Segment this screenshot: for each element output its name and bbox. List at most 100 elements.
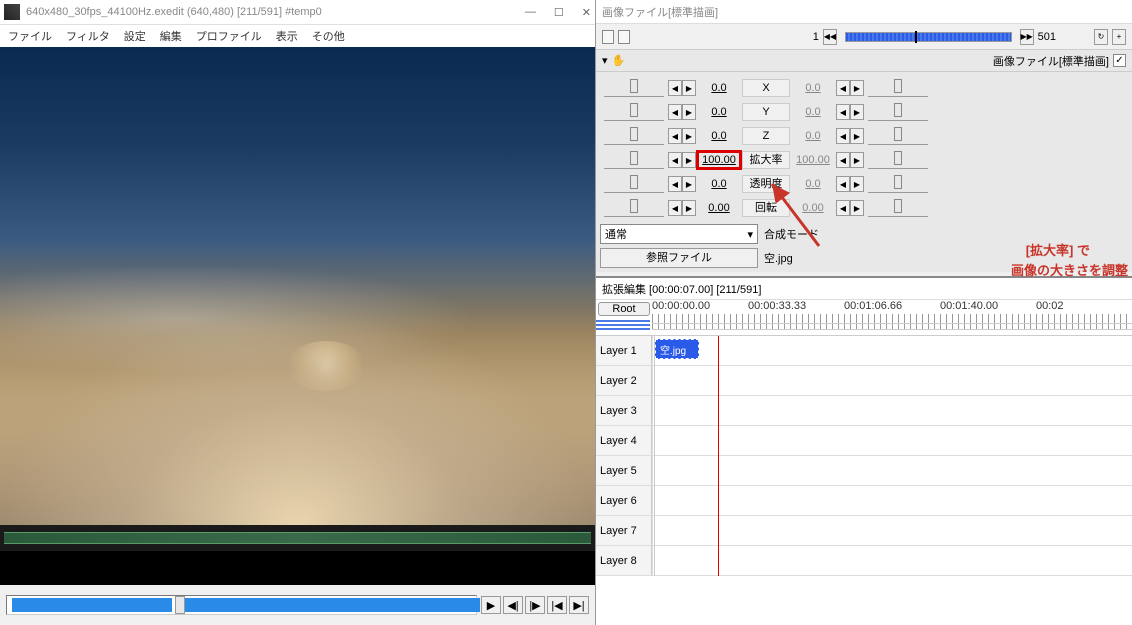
param-slider-right[interactable] [868, 199, 928, 217]
dec-left-button[interactable]: ◀ [668, 128, 682, 144]
param-label[interactable]: Z [742, 127, 790, 145]
inc-right-button[interactable]: ▶ [850, 104, 864, 120]
frame-marker[interactable] [915, 31, 917, 43]
param-lval[interactable]: 0.0 [696, 106, 742, 118]
param-label[interactable]: 拡大率 [742, 151, 790, 169]
param-lval[interactable]: 0.0 [696, 178, 742, 190]
dec-left-button[interactable]: ◀ [668, 80, 682, 96]
inc-left-button[interactable]: ▶ [682, 200, 696, 216]
frame-track[interactable] [845, 32, 1012, 42]
inc-right-button[interactable]: ▶ [850, 176, 864, 192]
layer-track[interactable] [652, 426, 1132, 455]
timeline-clip[interactable]: 空.jpg [655, 339, 699, 359]
param-slider-left[interactable] [604, 103, 664, 121]
inc-left-button[interactable]: ▶ [682, 104, 696, 120]
param-slider-left[interactable] [604, 79, 664, 97]
add-button[interactable]: + [1112, 29, 1126, 45]
inc-left-button[interactable]: ▶ [682, 176, 696, 192]
param-rval[interactable]: 0.0 [790, 130, 836, 142]
dec-right-button[interactable]: ◀ [836, 152, 850, 168]
param-label[interactable]: 透明度 [742, 175, 790, 193]
param-slider-left[interactable] [604, 175, 664, 193]
menu-edit[interactable]: 編集 [160, 28, 182, 44]
scrub-range-left[interactable] [12, 598, 172, 612]
scrub-handle[interactable] [175, 596, 185, 614]
layer-label[interactable]: Layer 8 [596, 546, 652, 575]
layer-track[interactable]: 空.jpg [652, 336, 1132, 365]
layer-label[interactable]: Layer 1 [596, 336, 652, 365]
layer-label[interactable]: Layer 4 [596, 426, 652, 455]
scrub-range-right[interactable] [185, 598, 480, 612]
param-label[interactable]: 回転 [742, 199, 790, 217]
layer-track[interactable] [652, 486, 1132, 515]
root-button[interactable]: Root [598, 302, 650, 316]
minimize-button[interactable]: — [525, 6, 536, 19]
inc-right-button[interactable]: ▶ [850, 128, 864, 144]
param-rval[interactable]: 0.00 [790, 202, 836, 214]
param-rval[interactable]: 0.0 [790, 82, 836, 94]
layer-label[interactable]: Layer 5 [596, 456, 652, 485]
playhead[interactable] [718, 336, 719, 576]
dec-right-button[interactable]: ◀ [836, 80, 850, 96]
param-slider-left[interactable] [604, 151, 664, 169]
dec-left-button[interactable]: ◀ [668, 152, 682, 168]
param-lval[interactable]: 0.00 [696, 202, 742, 214]
inc-left-button[interactable]: ▶ [682, 80, 696, 96]
menu-file[interactable]: ファイル [8, 28, 52, 44]
close-button[interactable]: ✕ [582, 6, 591, 19]
layer-track[interactable] [652, 366, 1132, 395]
time-ruler[interactable]: 00:00:00.0000:00:33.3300:01:06.6600:01:4… [652, 300, 1132, 335]
param-lval[interactable]: 0.0 [696, 82, 742, 94]
dec-right-button[interactable]: ◀ [836, 104, 850, 120]
inc-left-button[interactable]: ▶ [682, 152, 696, 168]
scrub-track[interactable] [6, 595, 477, 615]
param-lval[interactable]: 0.0 [696, 130, 742, 142]
param-slider-right[interactable] [868, 127, 928, 145]
menu-filter[interactable]: フィルタ [66, 28, 110, 44]
enabled-checkbox[interactable]: ✓ [1113, 54, 1126, 67]
layer-track[interactable] [652, 546, 1132, 575]
inc-right-button[interactable]: ▶ [850, 152, 864, 168]
go-start-button[interactable]: |◀ [547, 596, 567, 614]
inc-right-button[interactable]: ▶ [850, 200, 864, 216]
param-label[interactable]: Y [742, 103, 790, 121]
param-slider-right[interactable] [868, 79, 928, 97]
layer-track[interactable] [652, 456, 1132, 485]
layer-label[interactable]: Layer 7 [596, 516, 652, 545]
go-end-button[interactable]: ▶| [569, 596, 589, 614]
param-slider-left[interactable] [604, 127, 664, 145]
play-button[interactable]: ▶ [481, 596, 501, 614]
step-back-button[interactable]: ◀| [503, 596, 523, 614]
hand-icon[interactable]: ✋ [612, 54, 626, 67]
param-slider-right[interactable] [868, 151, 928, 169]
maximize-button[interactable]: ☐ [554, 6, 564, 19]
param-rval[interactable]: 0.0 [790, 178, 836, 190]
inc-left-button[interactable]: ▶ [682, 128, 696, 144]
layer-track[interactable] [652, 396, 1132, 425]
param-slider-right[interactable] [868, 175, 928, 193]
param-label[interactable]: X [742, 79, 790, 97]
param-lval[interactable]: 100.00 [696, 150, 742, 170]
dec-right-button[interactable]: ◀ [836, 128, 850, 144]
layer-track[interactable] [652, 516, 1132, 545]
param-rval[interactable]: 0.0 [790, 106, 836, 118]
param-slider-right[interactable] [868, 103, 928, 121]
scissors-icon[interactable] [602, 30, 614, 44]
dec-right-button[interactable]: ◀ [836, 200, 850, 216]
dec-right-button[interactable]: ◀ [836, 176, 850, 192]
param-slider-left[interactable] [604, 199, 664, 217]
menu-settings[interactable]: 設定 [124, 28, 146, 44]
dec-left-button[interactable]: ◀ [668, 176, 682, 192]
frame-ffwd-button[interactable]: ▶▶ [1020, 29, 1034, 45]
blend-mode-select[interactable]: 通常 ▾ [600, 224, 758, 244]
layer-label[interactable]: Layer 2 [596, 366, 652, 395]
dec-left-button[interactable]: ◀ [668, 200, 682, 216]
menu-profile[interactable]: プロファイル [196, 28, 262, 44]
layer-label[interactable]: Layer 3 [596, 396, 652, 425]
step-fwd-button[interactable]: |▶ [525, 596, 545, 614]
frame-range[interactable] [846, 33, 1011, 41]
reload-button[interactable]: ↻ [1094, 29, 1108, 45]
layer-label[interactable]: Layer 6 [596, 486, 652, 515]
copy-icon[interactable] [618, 30, 630, 44]
frame-rewind-button[interactable]: ◀◀ [823, 29, 837, 45]
